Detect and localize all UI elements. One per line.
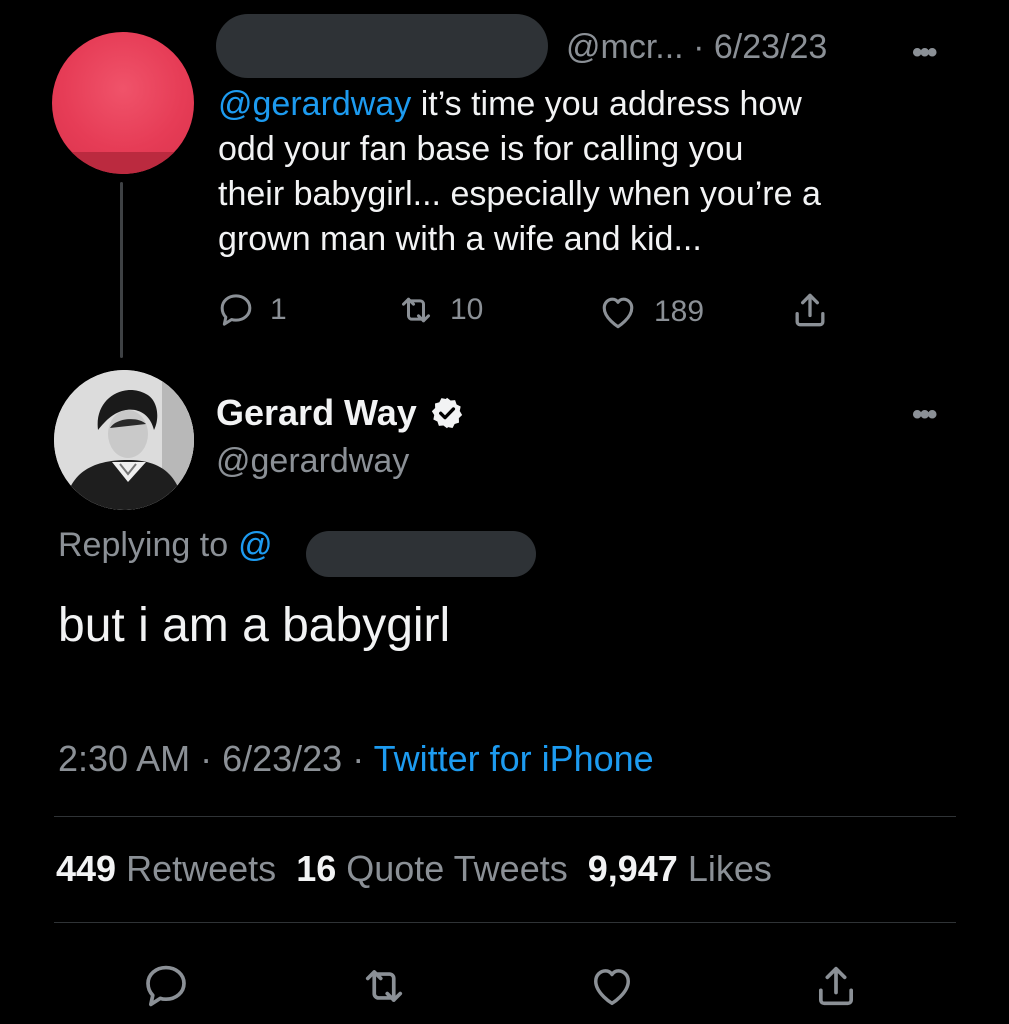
parent-share-button[interactable] xyxy=(788,288,832,332)
heart-icon xyxy=(602,297,634,329)
retweets-stat[interactable]: 449 Retweets xyxy=(56,848,276,889)
divider xyxy=(54,816,956,817)
engagement-stats: 449 Retweets 16 Quote Tweets 9,947 Likes xyxy=(56,848,772,890)
verified-badge-icon xyxy=(431,397,462,429)
quotes-label: Quote Tweets xyxy=(346,848,568,889)
parent-avatar[interactable] xyxy=(52,32,194,174)
reply-tweet-text: but i am a babygirl xyxy=(58,599,451,652)
parent-date[interactable]: 6/23/23 xyxy=(714,28,827,66)
parent-text-line-2: odd your fan base is for calling you xyxy=(218,130,744,168)
meta-separator: · xyxy=(190,738,223,779)
gerard-avatar[interactable] xyxy=(54,370,194,510)
meta-separator: · xyxy=(342,738,374,779)
parent-like-count: 189 xyxy=(654,295,705,328)
person-photo xyxy=(54,370,194,510)
thread-line xyxy=(120,182,123,358)
replying-to: Replying to @ xyxy=(58,526,273,565)
parent-reply-button[interactable]: 1 xyxy=(216,290,287,330)
quotes-count: 16 xyxy=(296,848,337,889)
meta-separator: · xyxy=(693,28,705,66)
likes-count: 9,947 xyxy=(587,848,678,889)
parent-text-line-4: grown man with a wife and kid... xyxy=(218,220,702,258)
gerard-handle[interactable]: @gerardway xyxy=(216,442,409,481)
gerard-name-row: Gerard Way xyxy=(216,392,465,434)
retweet-icon xyxy=(402,297,430,323)
parent-handle[interactable]: @mcr... xyxy=(566,28,684,66)
mention-link[interactable]: @gerardway xyxy=(218,85,411,123)
quotes-stat[interactable]: 16 Quote Tweets xyxy=(296,848,568,889)
tweet-time: 2:30 AM xyxy=(58,738,191,779)
parent-retweet-count: 10 xyxy=(450,293,484,326)
parent-like-button[interactable]: 189 xyxy=(596,290,704,334)
heart-icon[interactable] xyxy=(586,960,638,1012)
likes-label: Likes xyxy=(687,848,772,889)
parent-reply-count: 1 xyxy=(270,293,287,326)
reply-icon[interactable] xyxy=(140,960,192,1012)
redacted-display-name xyxy=(216,14,548,78)
retweets-count: 449 xyxy=(56,848,117,889)
tweet-source-link[interactable]: Twitter for iPhone xyxy=(374,738,654,779)
reply-icon xyxy=(220,294,252,326)
divider xyxy=(54,922,956,923)
parent-meta: @mcr... · 6/23/23 xyxy=(566,28,827,67)
redacted-replying-handle xyxy=(306,531,536,577)
parent-more-icon[interactable]: ••• xyxy=(912,36,937,70)
tweet-date: 6/23/23 xyxy=(222,738,343,779)
replying-label: Replying to xyxy=(58,526,229,564)
retweets-label: Retweets xyxy=(126,848,277,889)
reply-more-icon[interactable]: ••• xyxy=(912,398,937,432)
display-name[interactable]: Gerard Way xyxy=(216,392,417,434)
retweet-icon[interactable] xyxy=(358,960,410,1012)
share-icon xyxy=(795,293,825,327)
parent-text-line-3: their babygirl... especially when you’re… xyxy=(218,175,821,213)
replying-mention[interactable]: @ xyxy=(238,526,273,565)
parent-tweet-text: @gerardway it’s time you address how odd… xyxy=(218,82,918,262)
parent-text-line-1: it’s time you address how xyxy=(411,85,802,123)
parent-retweet-button[interactable]: 10 xyxy=(396,290,483,330)
share-icon[interactable] xyxy=(810,960,862,1012)
likes-stat[interactable]: 9,947 Likes xyxy=(588,848,772,889)
reply-meta: 2:30 AM · 6/23/23 · Twitter for iPhone xyxy=(58,738,654,780)
